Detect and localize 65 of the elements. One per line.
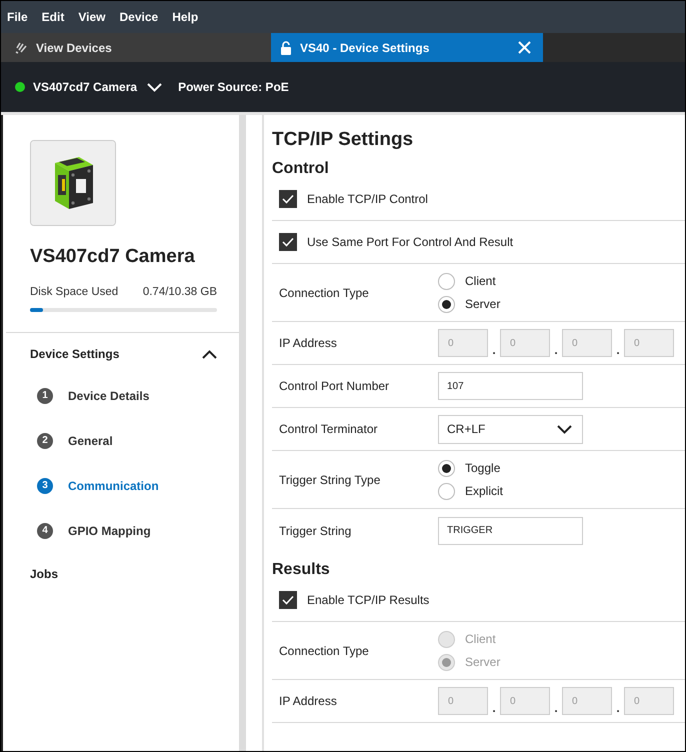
field-label: IP Address xyxy=(279,336,338,350)
field-label: Trigger String xyxy=(279,524,352,538)
nav-item[interactable]: 2 General xyxy=(6,418,239,463)
checkbox-label[interactable]: Use Same Port For Control And Result xyxy=(307,235,514,249)
disk-value: 0.74/10.38 GB xyxy=(142,286,217,298)
jobs-item[interactable]: Jobs xyxy=(6,567,239,581)
hand-icon xyxy=(15,41,28,54)
chevron-icon[interactable] xyxy=(202,350,217,358)
tab[interactable]: VS40 - Device Settings xyxy=(271,33,543,62)
step-number: 2 xyxy=(37,432,53,448)
checkmark-icon xyxy=(282,237,294,247)
input-field[interactable]: 107 xyxy=(438,372,583,400)
tab[interactable]: View Devices xyxy=(1,33,271,62)
field-label: Connection Type xyxy=(279,286,370,300)
checkbox[interactable] xyxy=(279,190,297,208)
unlock-icon xyxy=(280,40,292,54)
field-label: Control Port Number xyxy=(279,379,390,393)
menu-item[interactable]: View xyxy=(78,10,106,24)
checkmark-icon xyxy=(282,595,294,605)
field-label: Trigger String Type xyxy=(279,472,382,486)
menu-item[interactable]: Edit xyxy=(42,10,64,24)
page-title: TCP/IP Settings xyxy=(272,129,414,151)
nav-item[interactable]: 3 Communication xyxy=(6,463,239,508)
radio-button[interactable] xyxy=(438,296,455,312)
section-heading: Results xyxy=(272,561,331,579)
checkbox-label[interactable]: Enable TCP/IP Control xyxy=(307,192,428,206)
radio-label[interactable]: Client xyxy=(465,274,496,288)
radio-button[interactable] xyxy=(438,460,455,476)
checkbox-label[interactable]: Enable TCP/IP Results xyxy=(307,593,430,607)
ip-separator: . xyxy=(491,343,497,357)
step-number: 4 xyxy=(37,522,53,538)
field-label: Control Terminator xyxy=(279,422,378,436)
checkmark-icon xyxy=(282,194,294,204)
chevron-down-icon[interactable] xyxy=(147,82,162,92)
ip-separator: . xyxy=(553,343,559,357)
input-field[interactable]: TRIGGER xyxy=(438,516,583,544)
section-heading: Control xyxy=(272,160,330,178)
ip-separator: . xyxy=(553,701,559,715)
checkbox[interactable] xyxy=(279,591,297,609)
radio-label[interactable]: Toggle xyxy=(465,461,500,475)
ip-separator: . xyxy=(615,343,621,357)
device-name[interactable]: VS407cd7 Camera xyxy=(33,80,138,94)
ip-separator: . xyxy=(491,701,497,715)
field-label: IP Address xyxy=(279,694,338,708)
section-title[interactable]: Device Settings xyxy=(30,347,120,361)
field-label: Connection Type xyxy=(279,644,370,658)
radio-label[interactable]: Explicit xyxy=(465,484,504,498)
radio-button[interactable] xyxy=(438,482,455,500)
nav-item[interactable]: 4 GPIO Mapping xyxy=(6,508,239,553)
menu-item[interactable]: File xyxy=(7,10,28,24)
chevron-down-icon xyxy=(557,424,572,434)
step-number: 3 xyxy=(37,478,53,494)
step-number: 1 xyxy=(37,388,53,404)
menu-item[interactable]: Device xyxy=(119,10,158,24)
menu-item[interactable]: Help xyxy=(172,10,198,24)
device-title: VS407cd7 Camera xyxy=(30,246,196,268)
radio-label[interactable]: Server xyxy=(465,297,500,311)
nav-item[interactable]: 1 Device Details xyxy=(6,373,239,418)
dropdown[interactable]: CR+LF xyxy=(438,414,583,444)
radio-button[interactable] xyxy=(438,272,455,290)
disk-label: Disk Space Used xyxy=(30,286,118,298)
ip-separator: . xyxy=(615,701,621,715)
power-source: Power Source: PoE xyxy=(178,80,289,94)
checkbox[interactable] xyxy=(279,233,297,251)
close-icon[interactable] xyxy=(518,41,531,54)
